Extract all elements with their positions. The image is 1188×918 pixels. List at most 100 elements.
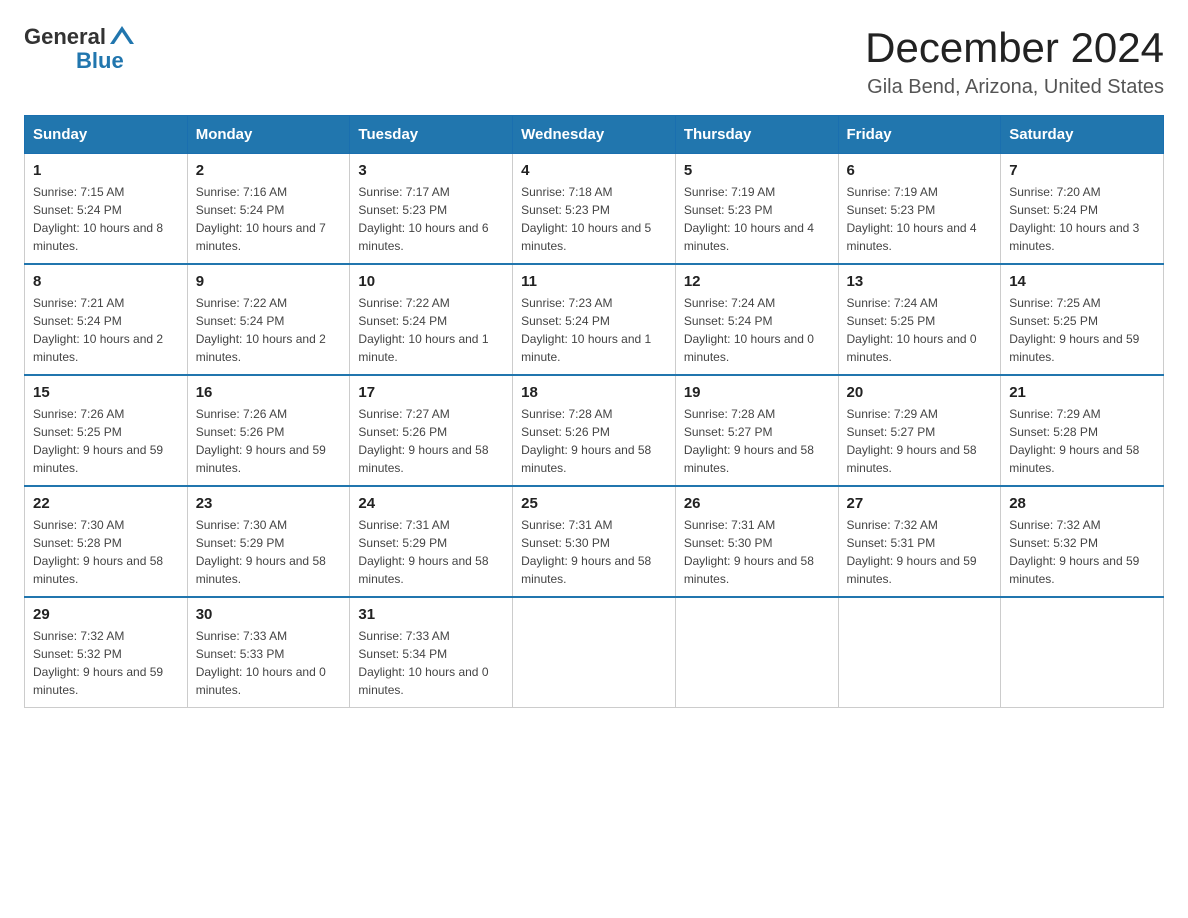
sunset-label: Sunset: 5:24 PM xyxy=(33,203,122,217)
day-number: 1 xyxy=(33,162,179,179)
daylight-label: Daylight: 10 hours and 4 minutes. xyxy=(847,221,977,253)
sunset-label: Sunset: 5:27 PM xyxy=(684,425,773,439)
daylight-label: Daylight: 9 hours and 58 minutes. xyxy=(33,554,163,586)
daylight-label: Daylight: 9 hours and 59 minutes. xyxy=(33,443,163,475)
day-info: Sunrise: 7:28 AM Sunset: 5:26 PM Dayligh… xyxy=(521,405,667,477)
day-info: Sunrise: 7:33 AM Sunset: 5:34 PM Dayligh… xyxy=(358,627,504,699)
daylight-label: Daylight: 9 hours and 59 minutes. xyxy=(33,665,163,697)
calendar-cell: 17 Sunrise: 7:27 AM Sunset: 5:26 PM Dayl… xyxy=(350,375,513,486)
sunset-label: Sunset: 5:23 PM xyxy=(521,203,610,217)
calendar-cell: 7 Sunrise: 7:20 AM Sunset: 5:24 PM Dayli… xyxy=(1001,154,1164,265)
day-number: 30 xyxy=(196,606,342,623)
title-section: December 2024 Gila Bend, Arizona, United… xyxy=(865,24,1164,99)
calendar-cell: 6 Sunrise: 7:19 AM Sunset: 5:23 PM Dayli… xyxy=(838,154,1001,265)
sunset-label: Sunset: 5:24 PM xyxy=(1009,203,1098,217)
day-number: 26 xyxy=(684,495,830,512)
sunrise-label: Sunrise: 7:24 AM xyxy=(684,296,775,310)
calendar-cell xyxy=(838,597,1001,708)
day-info: Sunrise: 7:20 AM Sunset: 5:24 PM Dayligh… xyxy=(1009,183,1155,255)
day-info: Sunrise: 7:28 AM Sunset: 5:27 PM Dayligh… xyxy=(684,405,830,477)
sunset-label: Sunset: 5:33 PM xyxy=(196,647,285,661)
sunrise-label: Sunrise: 7:27 AM xyxy=(358,407,449,421)
day-info: Sunrise: 7:30 AM Sunset: 5:29 PM Dayligh… xyxy=(196,516,342,588)
col-header-monday: Monday xyxy=(187,116,350,154)
sunset-label: Sunset: 5:28 PM xyxy=(33,536,122,550)
sunset-label: Sunset: 5:32 PM xyxy=(1009,536,1098,550)
sunrise-label: Sunrise: 7:32 AM xyxy=(1009,518,1100,532)
daylight-label: Daylight: 9 hours and 59 minutes. xyxy=(1009,554,1139,586)
calendar-cell: 20 Sunrise: 7:29 AM Sunset: 5:27 PM Dayl… xyxy=(838,375,1001,486)
day-number: 22 xyxy=(33,495,179,512)
sunrise-label: Sunrise: 7:31 AM xyxy=(521,518,612,532)
day-info: Sunrise: 7:25 AM Sunset: 5:25 PM Dayligh… xyxy=(1009,294,1155,366)
week-row-1: 1 Sunrise: 7:15 AM Sunset: 5:24 PM Dayli… xyxy=(25,154,1164,265)
daylight-label: Daylight: 9 hours and 58 minutes. xyxy=(521,443,651,475)
calendar-cell: 10 Sunrise: 7:22 AM Sunset: 5:24 PM Dayl… xyxy=(350,264,513,375)
daylight-label: Daylight: 10 hours and 8 minutes. xyxy=(33,221,163,253)
sunrise-label: Sunrise: 7:32 AM xyxy=(33,629,124,643)
day-number: 9 xyxy=(196,273,342,290)
calendar-subtitle: Gila Bend, Arizona, United States xyxy=(865,76,1164,99)
day-info: Sunrise: 7:23 AM Sunset: 5:24 PM Dayligh… xyxy=(521,294,667,366)
sunset-label: Sunset: 5:24 PM xyxy=(358,314,447,328)
day-info: Sunrise: 7:22 AM Sunset: 5:24 PM Dayligh… xyxy=(196,294,342,366)
day-number: 25 xyxy=(521,495,667,512)
calendar-cell: 29 Sunrise: 7:32 AM Sunset: 5:32 PM Dayl… xyxy=(25,597,188,708)
day-info: Sunrise: 7:24 AM Sunset: 5:24 PM Dayligh… xyxy=(684,294,830,366)
day-number: 11 xyxy=(521,273,667,290)
sunset-label: Sunset: 5:26 PM xyxy=(196,425,285,439)
daylight-label: Daylight: 9 hours and 58 minutes. xyxy=(358,554,488,586)
daylight-label: Daylight: 10 hours and 3 minutes. xyxy=(1009,221,1139,253)
sunrise-label: Sunrise: 7:24 AM xyxy=(847,296,938,310)
day-number: 29 xyxy=(33,606,179,623)
logo: General Blue xyxy=(24,24,136,74)
col-header-wednesday: Wednesday xyxy=(513,116,676,154)
day-number: 27 xyxy=(847,495,993,512)
day-info: Sunrise: 7:31 AM Sunset: 5:29 PM Dayligh… xyxy=(358,516,504,588)
sunrise-label: Sunrise: 7:15 AM xyxy=(33,185,124,199)
sunrise-label: Sunrise: 7:18 AM xyxy=(521,185,612,199)
daylight-label: Daylight: 10 hours and 2 minutes. xyxy=(196,332,326,364)
day-info: Sunrise: 7:18 AM Sunset: 5:23 PM Dayligh… xyxy=(521,183,667,255)
week-row-4: 22 Sunrise: 7:30 AM Sunset: 5:28 PM Dayl… xyxy=(25,486,1164,597)
sunrise-label: Sunrise: 7:30 AM xyxy=(196,518,287,532)
daylight-label: Daylight: 10 hours and 1 minute. xyxy=(521,332,651,364)
sunset-label: Sunset: 5:32 PM xyxy=(33,647,122,661)
day-info: Sunrise: 7:21 AM Sunset: 5:24 PM Dayligh… xyxy=(33,294,179,366)
calendar-cell: 30 Sunrise: 7:33 AM Sunset: 5:33 PM Dayl… xyxy=(187,597,350,708)
calendar-cell: 25 Sunrise: 7:31 AM Sunset: 5:30 PM Dayl… xyxy=(513,486,676,597)
day-number: 31 xyxy=(358,606,504,623)
daylight-label: Daylight: 9 hours and 59 minutes. xyxy=(1009,332,1139,364)
col-header-saturday: Saturday xyxy=(1001,116,1164,154)
day-info: Sunrise: 7:32 AM Sunset: 5:31 PM Dayligh… xyxy=(847,516,993,588)
sunrise-label: Sunrise: 7:19 AM xyxy=(847,185,938,199)
day-number: 24 xyxy=(358,495,504,512)
col-header-friday: Friday xyxy=(838,116,1001,154)
sunset-label: Sunset: 5:24 PM xyxy=(684,314,773,328)
calendar-cell xyxy=(675,597,838,708)
sunset-label: Sunset: 5:23 PM xyxy=(684,203,773,217)
sunrise-label: Sunrise: 7:19 AM xyxy=(684,185,775,199)
daylight-label: Daylight: 9 hours and 58 minutes. xyxy=(1009,443,1139,475)
calendar-cell: 5 Sunrise: 7:19 AM Sunset: 5:23 PM Dayli… xyxy=(675,154,838,265)
daylight-label: Daylight: 9 hours and 59 minutes. xyxy=(847,554,977,586)
daylight-label: Daylight: 10 hours and 7 minutes. xyxy=(196,221,326,253)
daylight-label: Daylight: 10 hours and 2 minutes. xyxy=(33,332,163,364)
calendar-cell: 11 Sunrise: 7:23 AM Sunset: 5:24 PM Dayl… xyxy=(513,264,676,375)
day-number: 2 xyxy=(196,162,342,179)
sunrise-label: Sunrise: 7:17 AM xyxy=(358,185,449,199)
sunrise-label: Sunrise: 7:29 AM xyxy=(847,407,938,421)
sunset-label: Sunset: 5:24 PM xyxy=(33,314,122,328)
sunrise-label: Sunrise: 7:28 AM xyxy=(521,407,612,421)
day-number: 16 xyxy=(196,384,342,401)
sunrise-label: Sunrise: 7:28 AM xyxy=(684,407,775,421)
day-info: Sunrise: 7:26 AM Sunset: 5:26 PM Dayligh… xyxy=(196,405,342,477)
day-info: Sunrise: 7:24 AM Sunset: 5:25 PM Dayligh… xyxy=(847,294,993,366)
day-number: 18 xyxy=(521,384,667,401)
calendar-cell: 4 Sunrise: 7:18 AM Sunset: 5:23 PM Dayli… xyxy=(513,154,676,265)
calendar-cell: 24 Sunrise: 7:31 AM Sunset: 5:29 PM Dayl… xyxy=(350,486,513,597)
sunrise-label: Sunrise: 7:31 AM xyxy=(684,518,775,532)
day-number: 10 xyxy=(358,273,504,290)
sunset-label: Sunset: 5:30 PM xyxy=(521,536,610,550)
sunset-label: Sunset: 5:34 PM xyxy=(358,647,447,661)
